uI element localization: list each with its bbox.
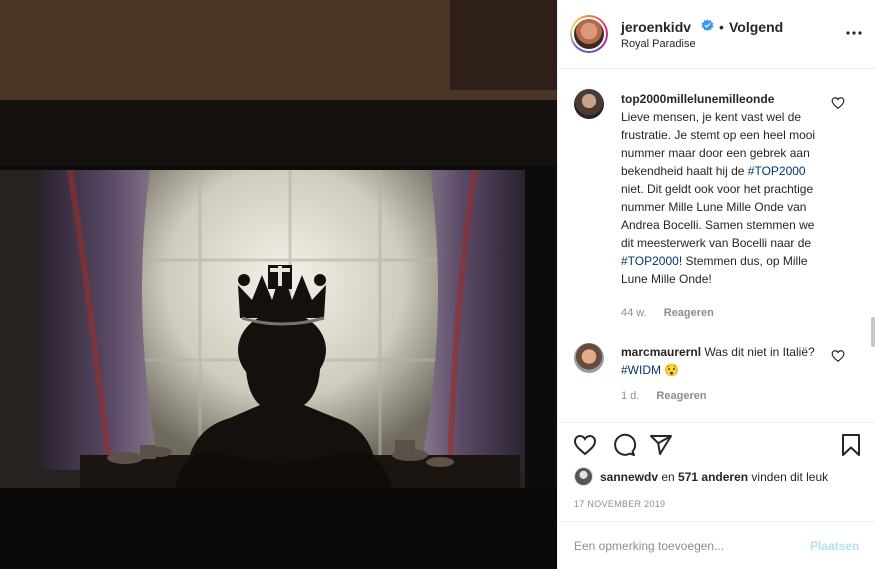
hashtag-link[interactable]: #WIDM (621, 363, 661, 377)
comment-text: top2000millelunemilleonde Lieve mensen, … (621, 92, 816, 286)
verified-badge-icon (701, 19, 714, 32)
more-options-icon[interactable] (845, 24, 863, 42)
post-photo-illustration (0, 0, 557, 569)
comment-username[interactable]: marcmaurernl (621, 345, 701, 359)
comment-icon[interactable] (612, 433, 636, 457)
post-header: jeroenkidv • Volgend Royal Paradise (558, 0, 875, 69)
comment-like-heart-icon[interactable] (831, 96, 845, 110)
liker-avatar[interactable] (574, 467, 593, 486)
comment-text: marcmaurernl Was dit niet in Italië? #WI… (621, 345, 815, 377)
reply-button[interactable]: Reageren (656, 390, 706, 402)
post-side-panel: jeroenkidv • Volgend Royal Paradise top2… (557, 0, 875, 569)
add-comment-section: Plaatsen (558, 521, 875, 569)
hashtag-link[interactable]: #TOP2000 (748, 164, 806, 178)
follow-separator: • (719, 19, 724, 35)
commenter-avatar[interactable] (574, 89, 604, 119)
comments-scrollbar[interactable] (871, 317, 875, 347)
comments-list[interactable]: top2000millelunemilleonde Lieve mensen, … (558, 70, 875, 422)
commenter-avatar[interactable] (574, 343, 604, 373)
post-location[interactable]: Royal Paradise (621, 38, 696, 50)
post-comment-button[interactable]: Plaatsen (810, 539, 859, 553)
comment-meta: 44 w. Reageren (621, 307, 714, 319)
post-image[interactable] (0, 0, 557, 569)
hashtag-link[interactable]: #TOP2000 (621, 254, 679, 268)
comment-meta: 1 d. Reageren (621, 390, 707, 402)
first-liker-username[interactable]: sannewdv (600, 470, 658, 484)
bookmark-icon[interactable] (839, 433, 863, 457)
share-icon[interactable] (649, 433, 673, 457)
comment-age: 44 w. (621, 307, 647, 319)
follow-button[interactable]: Volgend (729, 19, 783, 35)
post-date[interactable]: 17 NOVEMBER 2019 (574, 499, 665, 509)
post-actions: sannewdv en 571 anderen vinden dit leuk … (558, 422, 875, 522)
reply-button[interactable]: Reageren (664, 307, 714, 319)
comment-input[interactable] (574, 534, 794, 558)
comment-username[interactable]: top2000millelunemilleonde (621, 92, 774, 106)
other-likers-link[interactable]: 571 anderen (678, 470, 748, 484)
comment-like-heart-icon[interactable] (831, 349, 845, 363)
author-avatar[interactable] (570, 15, 608, 53)
author-username[interactable]: jeroenkidv (621, 19, 691, 35)
heart-icon[interactable] (573, 433, 597, 457)
comment-age: 1 d. (621, 390, 640, 402)
